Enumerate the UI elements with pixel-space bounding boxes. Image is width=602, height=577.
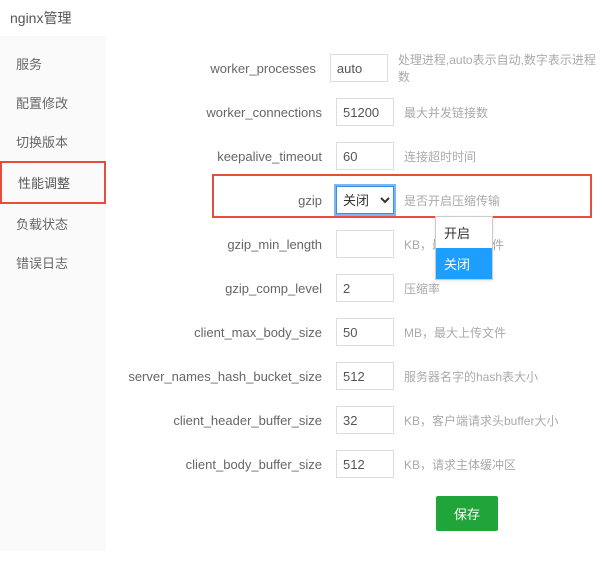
desc-client-body-buffer: KB，请求主体缓冲区 <box>394 456 516 473</box>
input-gzip-min-length[interactable] <box>336 230 394 258</box>
sidebar-item-config[interactable]: 配置修改 <box>0 83 106 122</box>
desc-client-header-buffer: KB，客户端请求头buffer大小 <box>394 412 558 429</box>
sidebar-item-performance[interactable]: 性能调整 <box>0 161 106 204</box>
input-client-body-buffer[interactable] <box>336 450 394 478</box>
input-keepalive-timeout[interactable] <box>336 142 394 170</box>
label-client-max-body-size: client_max_body_size <box>106 325 336 340</box>
input-gzip-comp-level[interactable] <box>336 274 394 302</box>
dropdown-option-off[interactable]: 关闭 <box>436 248 492 279</box>
desc-worker-processes: 处理进程,auto表示自动,数字表示进程数 <box>388 51 602 85</box>
label-gzip-min-length: gzip_min_length <box>106 237 336 252</box>
desc-client-max-body-size: MB，最大上传文件 <box>394 324 506 341</box>
desc-gzip: 是否开启压缩传输 <box>394 192 500 209</box>
save-button[interactable]: 保存 <box>436 496 498 531</box>
gzip-dropdown: 开启 关闭 <box>435 216 493 280</box>
label-worker-processes: worker_processes <box>106 61 330 76</box>
content-panel: worker_processes 处理进程,auto表示自动,数字表示进程数 w… <box>106 36 602 551</box>
label-keepalive-timeout: keepalive_timeout <box>106 149 336 164</box>
dropdown-option-on[interactable]: 开启 <box>436 217 492 248</box>
input-client-max-body-size[interactable] <box>336 318 394 346</box>
desc-worker-connections: 最大并发链接数 <box>394 104 488 121</box>
sidebar-item-errorlog[interactable]: 错误日志 <box>0 243 106 282</box>
desc-server-names-hash: 服务器名字的hash表大小 <box>394 368 538 385</box>
sidebar-item-service[interactable]: 服务 <box>0 44 106 83</box>
input-server-names-hash[interactable] <box>336 362 394 390</box>
label-client-body-buffer: client_body_buffer_size <box>106 457 336 472</box>
input-worker-connections[interactable] <box>336 98 394 126</box>
input-client-header-buffer[interactable] <box>336 406 394 434</box>
label-server-names-hash: server_names_hash_bucket_size <box>106 369 336 384</box>
desc-gzip-comp-level: 压缩率 <box>394 280 440 297</box>
sidebar-item-load[interactable]: 负载状态 <box>0 204 106 243</box>
page-title: nginx管理 <box>0 0 602 36</box>
select-gzip[interactable]: 关闭 <box>336 186 394 214</box>
sidebar-item-version[interactable]: 切换版本 <box>0 122 106 161</box>
sidebar: 服务 配置修改 切换版本 性能调整 负载状态 错误日志 <box>0 36 106 551</box>
label-gzip: gzip <box>106 193 336 208</box>
label-gzip-comp-level: gzip_comp_level <box>106 281 336 296</box>
label-client-header-buffer: client_header_buffer_size <box>106 413 336 428</box>
input-worker-processes[interactable] <box>330 54 388 82</box>
desc-keepalive-timeout: 连接超时时间 <box>394 148 476 165</box>
label-worker-connections: worker_connections <box>106 105 336 120</box>
